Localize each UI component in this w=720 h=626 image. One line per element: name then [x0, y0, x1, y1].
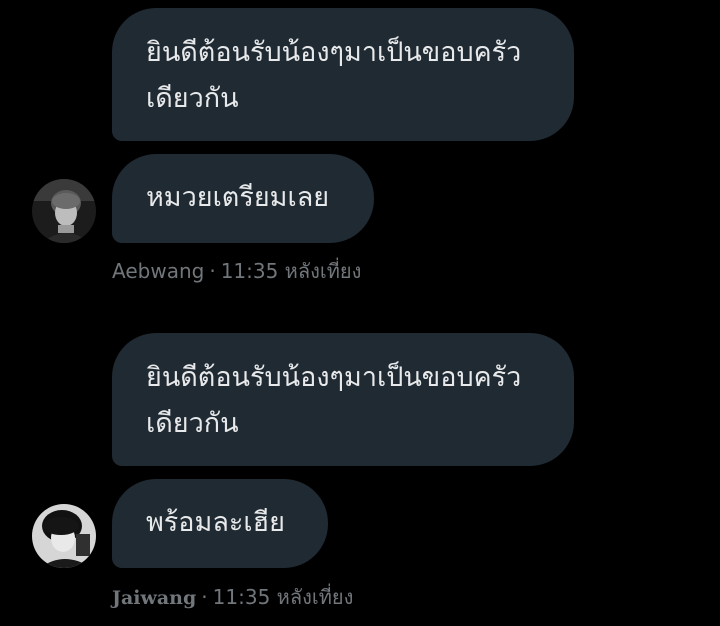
message-text: หมวยเตรียมเลย: [146, 182, 330, 213]
message-text: พร้อมละเฮีย: [146, 507, 285, 538]
message-timestamp: 11:35 หลังเที่ยง: [220, 259, 362, 283]
message-text: ยินดีต้อนรับน้องๆมาเป็นขอบครัวเดียวกัน: [146, 362, 522, 439]
sender-name[interactable]: Aebwang: [112, 259, 204, 283]
message-bubble[interactable]: ยินดีต้อนรับน้องๆมาเป็นขอบครัวเดียวกัน: [112, 8, 574, 141]
message-meta: Aebwang · 11:35 หลังเที่ยง: [112, 258, 361, 284]
avatar-photo-icon: [32, 504, 96, 568]
message-bubble[interactable]: หมวยเตรียมเลย: [112, 154, 374, 243]
message-timestamp: 11:35 หลังเที่ยง: [212, 585, 354, 609]
message-bubble[interactable]: พร้อมละเฮีย: [112, 479, 328, 568]
avatar-photo-icon: [32, 179, 96, 243]
meta-separator: ·: [209, 259, 216, 283]
meta-separator: ·: [201, 585, 208, 609]
message-meta: Jaiwang · 11:35 หลังเที่ยง: [112, 584, 353, 611]
message-bubble[interactable]: ยินดีต้อนรับน้องๆมาเป็นขอบครัวเดียวกัน: [112, 333, 574, 466]
message-text: ยินดีต้อนรับน้องๆมาเป็นขอบครัวเดียวกัน: [146, 37, 522, 114]
avatar[interactable]: [32, 179, 96, 243]
sender-name[interactable]: Jaiwang: [112, 587, 196, 609]
avatar[interactable]: [32, 504, 96, 568]
